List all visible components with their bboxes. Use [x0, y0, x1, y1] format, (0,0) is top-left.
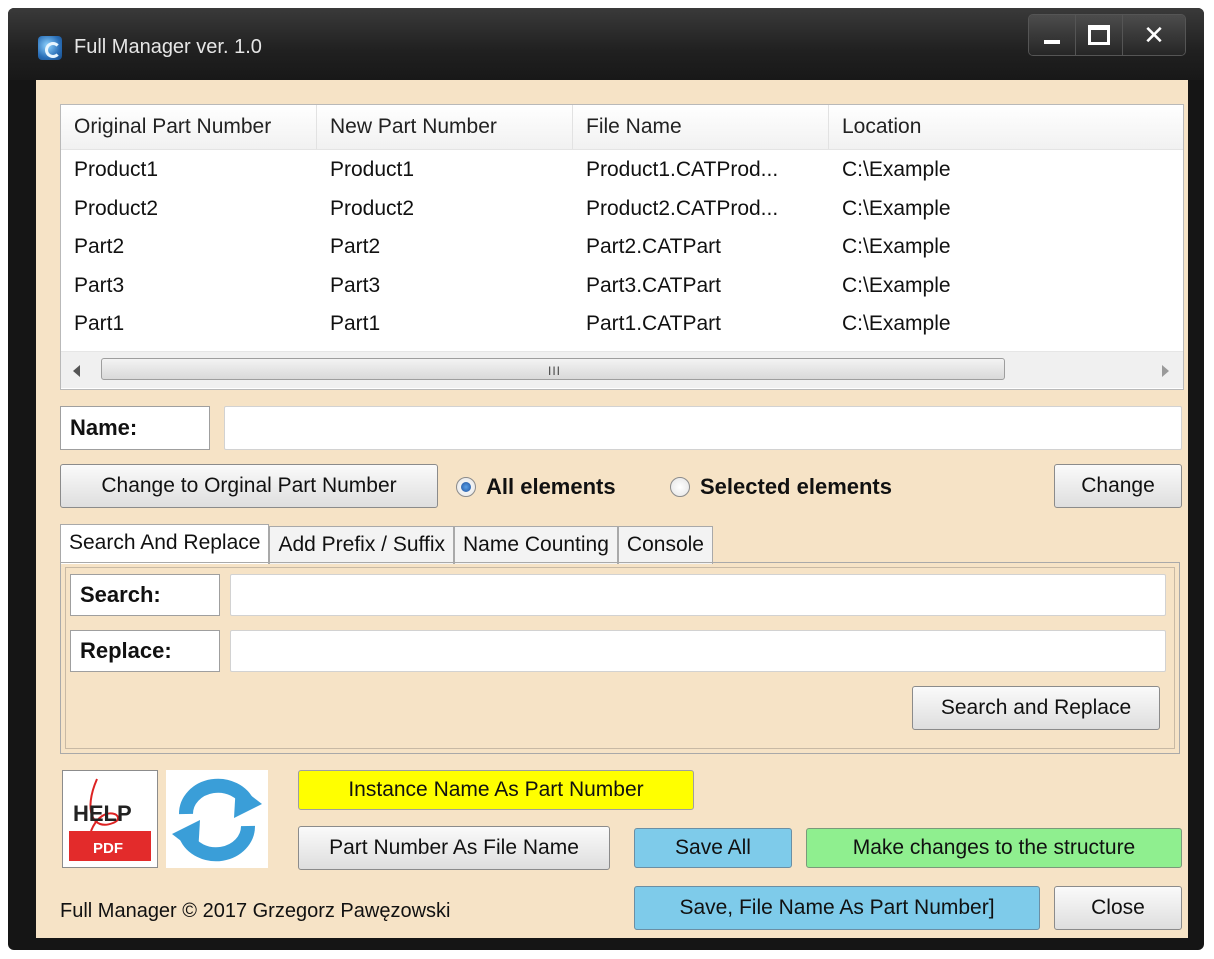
- close-button[interactable]: Close: [1054, 886, 1182, 930]
- radio-all-elements-label: All elements: [486, 474, 616, 499]
- scrollbar-grip: III: [548, 364, 562, 378]
- help-pdf-button[interactable]: HELP PDF: [62, 770, 158, 868]
- change-to-original-part-number-button[interactable]: Change to Orginal Part Number: [60, 464, 438, 508]
- table-row[interactable]: Part2 Part2 Part2.CATPart C:\Example: [61, 228, 1183, 267]
- help-icon-sub: PDF: [93, 840, 123, 857]
- scrollbar-thumb[interactable]: III: [101, 358, 1005, 380]
- table-cell: C:\Example: [842, 158, 951, 181]
- table-cell: Part2: [330, 235, 381, 258]
- help-icon-text: HELP: [73, 801, 132, 826]
- title-bar[interactable]: Full Manager ver. 1.0 ✕: [8, 8, 1204, 80]
- table-row[interactable]: Product2 Product2 Product2.CATProd... C:…: [61, 190, 1183, 229]
- change-button[interactable]: Change: [1054, 464, 1182, 508]
- column-header-file-name[interactable]: File Name: [573, 105, 829, 149]
- refresh-button[interactable]: [166, 770, 268, 868]
- table-cell: Product2: [74, 196, 159, 220]
- table-cell: C:\Example: [842, 273, 951, 297]
- maximize-button[interactable]: [1076, 15, 1123, 55]
- tab-add-prefix-suffix[interactable]: Add Prefix / Suffix: [269, 526, 454, 564]
- scroll-right-arrow-icon[interactable]: [1162, 365, 1169, 377]
- table-cell: Part2: [74, 235, 125, 258]
- save-all-button[interactable]: Save All: [634, 828, 792, 868]
- minimize-icon: [1044, 40, 1060, 44]
- refresh-icon: [172, 778, 262, 862]
- table-cell: Part1: [74, 312, 125, 335]
- minimize-button[interactable]: [1029, 15, 1076, 55]
- close-icon: ✕: [1143, 20, 1165, 50]
- table-cell: C:\Example: [842, 235, 951, 258]
- client-area: Original Part Number New Part Number Fil…: [36, 80, 1188, 938]
- radio-selected-elements-label: Selected elements: [700, 474, 892, 499]
- footer-copyright: Full Manager © 2017 Grzegorz Pawęzowski: [60, 900, 451, 922]
- table-cell: Part2.CATPart: [586, 235, 721, 258]
- table-cell: Product1: [330, 158, 415, 181]
- table-cell: C:\Example: [842, 196, 951, 220]
- column-header-new-part-number[interactable]: New Part Number: [317, 105, 573, 149]
- tab-console[interactable]: Console: [617, 526, 713, 564]
- table-header: Original Part Number New Part Number Fil…: [61, 105, 1183, 150]
- name-label: Name:: [60, 406, 210, 450]
- table-cell: Product1.CATProd...: [586, 158, 779, 181]
- make-changes-to-structure-button[interactable]: Make changes to the structure: [806, 828, 1182, 868]
- column-header-original-part-number[interactable]: Original Part Number: [61, 105, 317, 149]
- tab-search-and-replace[interactable]: Search And Replace: [60, 524, 270, 564]
- table-cell: Product1: [74, 158, 159, 181]
- table-cell: Part3.CATPart: [586, 273, 721, 297]
- replace-label: Replace:: [70, 630, 220, 672]
- table-cell: Part1: [330, 312, 381, 335]
- parts-table[interactable]: Original Part Number New Part Number Fil…: [60, 104, 1184, 390]
- table-cell: C:\Example: [842, 312, 951, 335]
- table-cell: Part3: [330, 273, 381, 297]
- instance-name-as-part-number-button[interactable]: Instance Name As Part Number: [298, 770, 694, 810]
- search-input[interactable]: [230, 574, 1166, 616]
- replace-input[interactable]: [230, 630, 1166, 672]
- close-window-button[interactable]: ✕: [1123, 15, 1185, 55]
- search-and-replace-button[interactable]: Search and Replace: [912, 686, 1160, 730]
- part-number-as-file-name-button[interactable]: Part Number As File Name: [298, 826, 610, 870]
- tab-panel: Search: Replace: Search and Replace: [60, 562, 1180, 754]
- scroll-left-arrow-icon[interactable]: [73, 365, 80, 377]
- app-icon: [38, 36, 62, 60]
- radio-selected-elements[interactable]: Selected elements: [670, 474, 892, 500]
- radio-unselected-icon: [670, 477, 690, 497]
- table-cell: Product2.CATProd...: [586, 196, 779, 220]
- column-header-location[interactable]: Location: [829, 105, 1183, 149]
- app-window: Full Manager ver. 1.0 ✕ Original Part Nu…: [8, 8, 1204, 950]
- table-cell: Part3: [74, 273, 125, 297]
- window-title: Full Manager ver. 1.0: [74, 36, 262, 58]
- tab-name-counting[interactable]: Name Counting: [454, 526, 618, 564]
- name-input[interactable]: [224, 406, 1182, 450]
- tab-panel-inner: Search: Replace: Search and Replace: [65, 567, 1175, 749]
- table-row[interactable]: Part1 Part1 Part1.CATPart C:\Example: [61, 305, 1183, 344]
- table-body: Product1 Product1 Product1.CATProd... C:…: [61, 151, 1183, 344]
- table-cell: Product2: [330, 196, 415, 220]
- window-controls: ✕: [1028, 14, 1186, 56]
- help-pdf-icon: HELP PDF: [69, 778, 151, 861]
- tab-bar: Search And Replace Add Prefix / Suffix N…: [60, 524, 713, 564]
- save-file-name-as-part-number-button[interactable]: Save, File Name As Part Number]: [634, 886, 1040, 930]
- table-cell: Part1.CATPart: [586, 312, 721, 335]
- table-row[interactable]: Product1 Product1 Product1.CATProd... C:…: [61, 151, 1183, 190]
- radio-all-elements[interactable]: All elements: [456, 474, 616, 500]
- radio-selected-icon: [456, 477, 476, 497]
- table-row[interactable]: Part3 Part3 Part3.CATPart C:\Example: [61, 267, 1183, 306]
- horizontal-scrollbar[interactable]: III: [61, 351, 1183, 388]
- maximize-icon: [1088, 25, 1110, 45]
- search-label: Search:: [70, 574, 220, 616]
